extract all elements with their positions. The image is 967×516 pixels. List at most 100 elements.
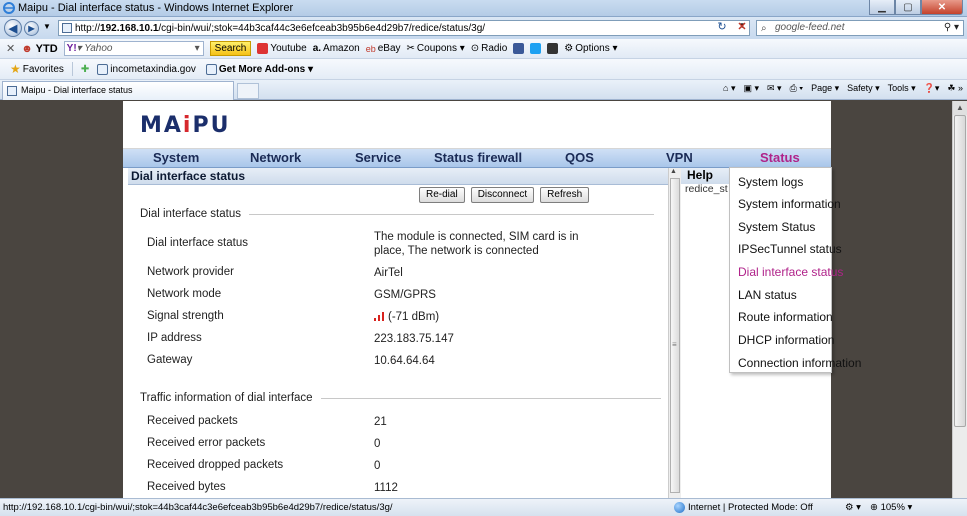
- browser-viewport: MAiPU System Network Service Status fire…: [0, 101, 952, 498]
- yahoo-search-button[interactable]: Search: [209, 41, 252, 56]
- maipu-logo: MAiPU: [140, 113, 231, 138]
- browser-search-input[interactable]: ⌕ google-feed.net ⚲ ▾: [756, 20, 964, 36]
- url-path: /cgi-bin/wui/;stok=44b3caf44c3e6efceab3b…: [158, 22, 486, 34]
- gear-icon: ⚙: [564, 43, 574, 54]
- address-toolbar: ◀ ▶ ▼ http://192.168.10.1/cgi-bin/wui/;s…: [0, 17, 967, 39]
- print-icon[interactable]: ⎙ ▾: [790, 83, 803, 94]
- content-title: Dial interface status: [128, 168, 673, 185]
- section-traffic-legend: Traffic information of dial interface: [140, 392, 661, 404]
- favorite-link-incometax[interactable]: incometaxindia.gov: [97, 63, 196, 75]
- address-bar[interactable]: http://192.168.10.1/cgi-bin/wui/;stok=44…: [58, 20, 750, 36]
- amazon-button[interactable]: a. Amazon: [313, 43, 360, 54]
- tab-label: Maipu - Dial interface status: [21, 85, 133, 95]
- nav-qos[interactable]: QOS: [565, 150, 594, 165]
- help-text: redice_st: [685, 183, 728, 195]
- options-button[interactable]: ⚙ Options ▾: [564, 43, 617, 54]
- extension-icon[interactable]: ☘ »: [947, 83, 963, 94]
- content-panel: Dial interface status Re-dial Disconnect…: [128, 168, 673, 498]
- favorites-button[interactable]: Favorites: [23, 64, 64, 75]
- status-dropdown-menu: System logs System information System St…: [729, 167, 861, 373]
- ebay-button[interactable]: eb eBay: [366, 43, 401, 54]
- menu-item-dhcp-information[interactable]: DHCP information: [738, 333, 834, 347]
- zoom-control[interactable]: ⊕ 105% ▾: [870, 502, 912, 513]
- nav-vpn[interactable]: VPN: [666, 150, 693, 165]
- home-icon[interactable]: ⌂ ▾: [723, 83, 735, 94]
- yahoo-search-input[interactable]: Y!▾ Yahoo ▾: [63, 41, 204, 56]
- main-nav: System Network Service Status firewall Q…: [123, 149, 831, 168]
- history-dropdown-icon[interactable]: ▼: [43, 22, 51, 31]
- minimize-button[interactable]: ▁: [869, 0, 895, 15]
- safety-menu[interactable]: Safety ▾: [847, 83, 880, 94]
- refresh-button[interactable]: Refresh: [540, 187, 590, 203]
- nav-status-firewall[interactable]: Status firewall: [434, 150, 522, 165]
- refresh-icon[interactable]: ↻: [714, 20, 730, 36]
- menu-item-dial-interface-status[interactable]: Dial interface status: [738, 265, 843, 279]
- scroll-up-icon[interactable]: ▲: [670, 168, 677, 175]
- menu-item-ipsectunnel-status[interactable]: IPSecTunnel status: [738, 242, 842, 256]
- back-arrow-icon: ◀: [8, 22, 18, 35]
- content-scroll-thumb[interactable]: [670, 178, 680, 493]
- youtube-button[interactable]: Youtube: [257, 43, 307, 54]
- menu-item-system-logs[interactable]: System logs: [738, 175, 803, 189]
- radio-icon: ⊙: [470, 43, 480, 54]
- page-scroll-thumb[interactable]: [954, 115, 966, 427]
- globe-icon: [674, 502, 685, 513]
- facebook-icon[interactable]: [513, 43, 525, 54]
- stop-icon[interactable]: ✕: [734, 20, 750, 36]
- nav-system[interactable]: System: [153, 150, 199, 165]
- redial-button[interactable]: Re-dial: [419, 187, 465, 203]
- favorites-bar: ★ Favorites ✚ incometaxindia.gov Get Mor…: [0, 59, 967, 80]
- app-icon[interactable]: [547, 43, 559, 54]
- favorite-link-addons[interactable]: Get More Add-ons ▾: [205, 63, 313, 75]
- menu-item-connection-information[interactable]: Connection information: [738, 356, 861, 370]
- scroll-up-icon[interactable]: ▲: [953, 101, 967, 115]
- nav-service[interactable]: Service: [355, 150, 401, 165]
- page-icon: [62, 23, 72, 33]
- add-favorite-icon[interactable]: ✚: [81, 64, 89, 75]
- new-tab-button[interactable]: [237, 83, 259, 99]
- mail-icon[interactable]: ✉ ▾: [767, 83, 782, 94]
- favorites-star-icon[interactable]: ★: [10, 62, 21, 76]
- scroll-grip-icon: ≡: [672, 340, 677, 349]
- forward-button[interactable]: ▶: [24, 21, 39, 36]
- command-bar: ⌂ ▾ ▣ ▾ ✉ ▾ ⎙ ▾ Page ▾ Safety ▾ Tools ▾ …: [723, 83, 963, 94]
- action-buttons: Re-dial Disconnect Refresh: [419, 187, 590, 203]
- window-title: Maipu - Dial interface status - Windows …: [18, 2, 294, 14]
- close-window-button[interactable]: ✕: [921, 0, 963, 15]
- zoom-icon: ⊕: [870, 502, 878, 513]
- page-scrollbar[interactable]: ▲: [952, 101, 967, 498]
- security-zone[interactable]: Internet | Protected Mode: Off: [674, 502, 813, 513]
- ebay-icon: eb: [365, 43, 376, 54]
- toolbar-close-icon[interactable]: ✕: [6, 42, 15, 55]
- disconnect-button[interactable]: Disconnect: [470, 187, 535, 203]
- feeds-icon[interactable]: ▣ ▾: [743, 83, 759, 94]
- radio-button[interactable]: ⊙ Radio: [471, 43, 508, 54]
- page-icon: [97, 63, 109, 75]
- nav-status[interactable]: Status: [760, 150, 800, 165]
- coupons-button[interactable]: ✂ Coupons ▾: [407, 43, 465, 54]
- status-bar: http://192.168.10.1/cgi-bin/wui/;stok=44…: [0, 498, 967, 516]
- status-url: http://192.168.10.1/cgi-bin/wui/;stok=44…: [3, 502, 393, 513]
- tab-dial-interface-status[interactable]: Maipu - Dial interface status: [2, 81, 234, 100]
- search-options-icon[interactable]: ⚲ ▾: [944, 21, 959, 35]
- menu-item-system-status[interactable]: System Status: [738, 220, 815, 234]
- amazon-icon: a.: [312, 43, 322, 54]
- page-menu[interactable]: Page ▾: [811, 83, 839, 94]
- back-button[interactable]: ◀: [4, 19, 22, 37]
- maximize-button[interactable]: ▢: [895, 0, 921, 15]
- nav-network[interactable]: Network: [250, 150, 301, 165]
- search-placeholder: google-feed.net: [775, 22, 845, 33]
- section-dial-status-legend: Dial interface status: [140, 208, 654, 220]
- addon-toolbar: ✕ ☻ YTD Y!▾ Yahoo ▾ Search Youtube a. Amaz…: [0, 39, 967, 59]
- twitter-icon[interactable]: [530, 43, 542, 54]
- menu-item-lan-status[interactable]: LAN status: [738, 288, 797, 302]
- help-icon[interactable]: ❓▾: [924, 83, 940, 94]
- menu-item-route-information[interactable]: Route information: [738, 310, 833, 324]
- tools-menu[interactable]: Tools ▾: [888, 83, 916, 94]
- forward-arrow-icon: ▶: [28, 24, 35, 33]
- content-scrollbar[interactable]: ▲ ≡: [668, 168, 681, 498]
- protected-mode-icon[interactable]: ⚙ ▾: [845, 502, 861, 513]
- router-page: MAiPU System Network Service Status fire…: [123, 101, 831, 498]
- menu-item-system-information[interactable]: System information: [738, 197, 841, 211]
- signal-bars-icon: [374, 312, 384, 321]
